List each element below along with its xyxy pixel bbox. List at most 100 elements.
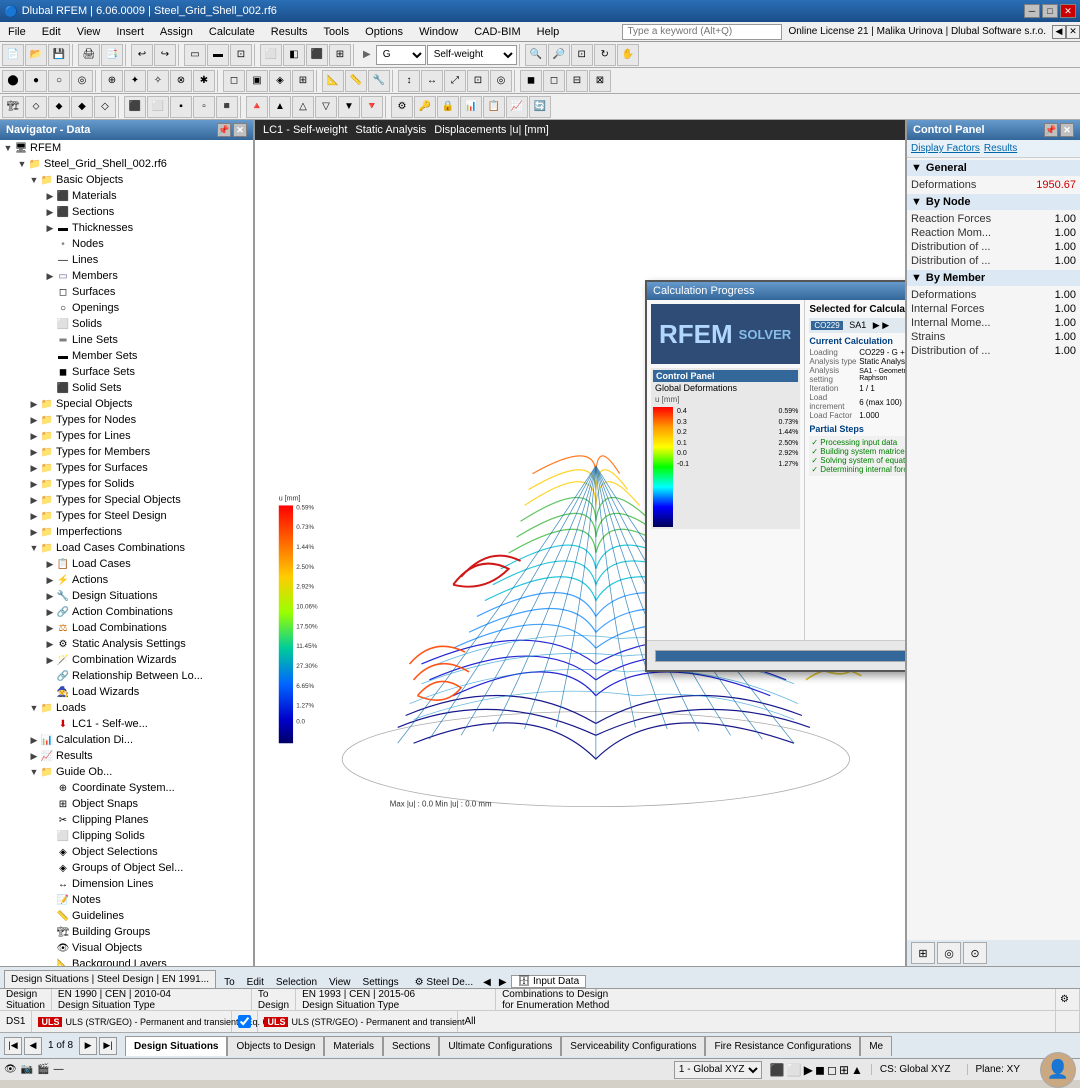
menu-file[interactable]: File [0, 24, 34, 40]
status-icon-1[interactable]: 👁 [4, 1064, 17, 1075]
search-input[interactable] [622, 24, 782, 40]
pan-btn[interactable]: ✋ [617, 44, 639, 66]
menu-options[interactable]: Options [357, 24, 411, 40]
t2-btn13[interactable]: ⊞ [292, 70, 314, 92]
t2-btn19[interactable]: ⤢ [444, 70, 466, 92]
fit-view[interactable]: ⊡ [571, 44, 593, 66]
t2-btn7[interactable]: ✧ [147, 70, 169, 92]
tree-background-layers[interactable]: 📐 Background Layers [0, 956, 253, 966]
tree-lines[interactable]: — Lines [0, 252, 253, 268]
t3-btn12[interactable]: ▲ [269, 96, 291, 118]
menu-view[interactable]: View [69, 24, 109, 40]
view-icon-1[interactable]: ⬛ [770, 1063, 785, 1077]
t2-btn21[interactable]: ◎ [490, 70, 512, 92]
user-avatar[interactable]: 👤 [1040, 1052, 1076, 1088]
cp-toolbar-btn1[interactable]: ⊞ [911, 942, 935, 964]
view-prev-btn[interactable]: ◀ [479, 977, 495, 988]
view-icon-7[interactable]: ▲ [851, 1063, 863, 1077]
rfem-toggle[interactable]: ▼ [2, 142, 14, 154]
t3-btn9[interactable]: ▫ [193, 96, 215, 118]
print-btn[interactable]: 🖨 [78, 44, 100, 66]
select2-btn[interactable]: ▬ [207, 44, 229, 66]
select-btn[interactable]: ▭ [184, 44, 206, 66]
t2-btn1[interactable]: ⬤ [2, 70, 24, 92]
tab-materials[interactable]: Materials [324, 1036, 383, 1056]
tree-clipping-planes[interactable]: ✂ Clipping Planes [0, 812, 253, 828]
view4-btn[interactable]: ⊞ [329, 44, 351, 66]
tree-groups-selections[interactable]: ◈ Groups of Object Sel... [0, 860, 253, 876]
to-design-checkbox[interactable] [238, 1015, 251, 1028]
tree-coord-systems[interactable]: ⊕ Coordinate System... [0, 780, 253, 796]
t3-btn23[interactable]: 🔄 [529, 96, 551, 118]
view-icon-6[interactable]: ⊞ [839, 1063, 849, 1077]
menu-tools[interactable]: Tools [315, 24, 357, 40]
first-page-btn[interactable]: |◀ [4, 1037, 22, 1055]
open-btn[interactable]: 📂 [25, 44, 47, 66]
tree-load-combinations[interactable]: ▶ ⚖ Load Combinations [0, 620, 253, 636]
redo-btn[interactable]: ↪ [154, 44, 176, 66]
view-selection-btn[interactable]: Selection [270, 977, 323, 988]
tree-lc1[interactable]: ⬇ LC1 - Self-we... [0, 716, 253, 732]
tree-relationship[interactable]: 🔗 Relationship Between Lo... [0, 668, 253, 684]
t3-btn11[interactable]: 🔺 [246, 96, 268, 118]
input-data-btn[interactable]: 🗄 Input Data [511, 975, 587, 988]
t3-btn19[interactable]: 🔒 [437, 96, 459, 118]
prev-page-btn[interactable]: ◀ [24, 1037, 42, 1055]
menu-cadbim[interactable]: CAD-BIM [466, 24, 528, 40]
t3-btn20[interactable]: 📊 [460, 96, 482, 118]
display-factors-link[interactable]: Display Factors [911, 143, 980, 154]
t2-btn20[interactable]: ⊡ [467, 70, 489, 92]
rotate-btn[interactable]: ↻ [594, 44, 616, 66]
t3-btn18[interactable]: 🔑 [414, 96, 436, 118]
undo-btn[interactable]: ↩ [131, 44, 153, 66]
zoom-in[interactable]: 🔍 [525, 44, 547, 66]
t3-btn17[interactable]: ⚙ [391, 96, 413, 118]
tree-membersets[interactable]: ▬ Member Sets [0, 348, 253, 364]
t3-btn8[interactable]: ▪ [170, 96, 192, 118]
tree-loads[interactable]: ▼ 📁 Loads [0, 700, 253, 716]
status-icon-3[interactable]: 🎬 [37, 1064, 49, 1075]
tree-linesets[interactable]: ═ Line Sets [0, 332, 253, 348]
general-section-title[interactable]: ▼ General [907, 160, 1080, 176]
t2-btn5[interactable]: ⊕ [101, 70, 123, 92]
tree-openings[interactable]: ○ Openings [0, 300, 253, 316]
t2-btn10[interactable]: ◻ [223, 70, 245, 92]
t2-btn18[interactable]: ↔ [421, 70, 443, 92]
tree-obj-snaps[interactable]: ⊞ Object Snaps [0, 796, 253, 812]
t2-btn22[interactable]: ◼ [520, 70, 542, 92]
tree-load-cases-comb[interactable]: ▼ 📁 Load Cases Combinations [0, 540, 253, 556]
t3-btn6[interactable]: ⬛ [124, 96, 146, 118]
tree-file[interactable]: ▼ 📁 Steel_Grid_Shell_002.rf6 [0, 156, 253, 172]
tree-solidsets[interactable]: ⬛ Solid Sets [0, 380, 253, 396]
tree-types-special[interactable]: ▶ 📁 Types for Special Objects [0, 492, 253, 508]
status-icon-2[interactable]: 📷 [21, 1064, 33, 1075]
tree-notes[interactable]: 📝 Notes [0, 892, 253, 908]
view-edit-btn[interactable]: Edit [241, 977, 270, 988]
menu-edit[interactable]: Edit [34, 24, 69, 40]
cp-close[interactable]: ✕ [1060, 123, 1074, 137]
t2-btn23[interactable]: ◻ [543, 70, 565, 92]
t3-btn1[interactable]: 🏗 [2, 96, 24, 118]
tree-thicknesses[interactable]: ▶ ▬ Thicknesses [0, 220, 253, 236]
t2-btn9[interactable]: ✱ [193, 70, 215, 92]
t3-btn22[interactable]: 📈 [506, 96, 528, 118]
view-icon-2[interactable]: ⬜ [787, 1063, 802, 1077]
file-toggle[interactable]: ▼ [16, 158, 28, 170]
cp-pin[interactable]: 📌 [1044, 123, 1058, 137]
tree-solids[interactable]: ⬜ Solids [0, 316, 253, 332]
tree-sections[interactable]: ▶ ⬛ Sections [0, 204, 253, 220]
tree-surfaces[interactable]: ◻ Surfaces [0, 284, 253, 300]
t2-btn17[interactable]: ↕ [398, 70, 420, 92]
zoom-out[interactable]: 🔎 [548, 44, 570, 66]
coord-system-select[interactable]: 1 - Global XYZ [674, 1061, 762, 1079]
t3-btn16[interactable]: 🔻 [361, 96, 383, 118]
tab-serviceability-config[interactable]: Serviceability Configurations [561, 1036, 705, 1056]
tree-types-nodes[interactable]: ▶ 📁 Types for Nodes [0, 412, 253, 428]
t3-btn5[interactable]: ◇ [94, 96, 116, 118]
print2-btn[interactable]: 📑 [101, 44, 123, 66]
tree-calc-diagrams[interactable]: ▶ 📊 Calculation Di... [0, 732, 253, 748]
t3-btn4[interactable]: ◆ [71, 96, 93, 118]
tree-load-cases[interactable]: ▶ 📋 Load Cases [0, 556, 253, 572]
tree-guide-objects[interactable]: ▼ 📁 Guide Ob... [0, 764, 253, 780]
t3-btn3[interactable]: ⬥ [48, 96, 70, 118]
